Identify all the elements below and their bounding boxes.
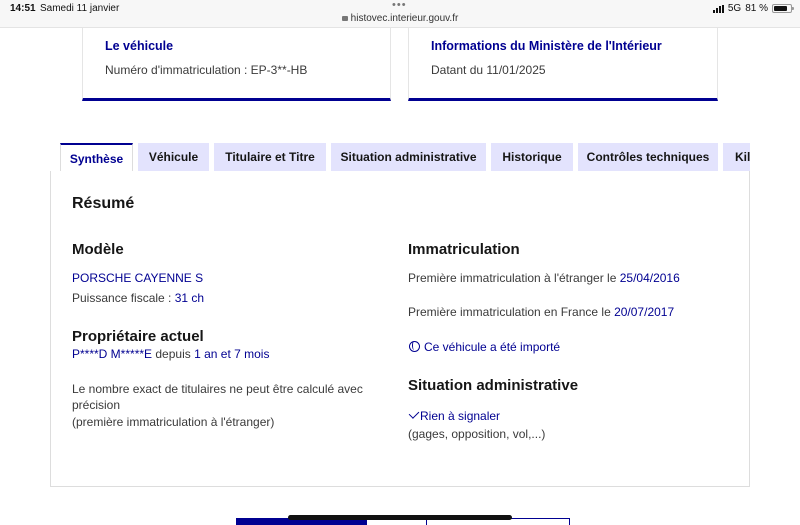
- tab-historique[interactable]: Historique: [491, 143, 573, 171]
- registration-heading: Immatriculation: [408, 241, 520, 258]
- fiscal-power-label: Puissance fiscale :: [72, 291, 175, 305]
- tab-controles-techniques[interactable]: Contrôles techniques: [578, 143, 718, 171]
- battery-percent: 81 %: [745, 3, 768, 14]
- status-bar: 14:51 Samedi 11 janvier ••• histovec.int…: [0, 0, 800, 28]
- imported-link[interactable]: Ce véhicule a été importé: [409, 340, 560, 354]
- registration-number: Numéro d'immatriculation : EP-3**-HB: [105, 63, 308, 77]
- tab-kilometrage[interactable]: Kil: [723, 143, 750, 171]
- foreign-registration-date: 25/04/2016: [619, 271, 680, 285]
- tab-synthese[interactable]: Synthèse: [60, 143, 133, 171]
- home-indicator[interactable]: [288, 515, 512, 520]
- url-text: histovec.interieur.gouv.fr: [350, 13, 459, 24]
- battery-fill: [774, 6, 787, 11]
- owner-since-value: 1 an et 7 mois: [194, 347, 270, 361]
- admin-details: (gages, opposition, vol,...): [408, 427, 546, 441]
- owner-info: P****D M*****E depuis 1 an et 7 mois: [72, 347, 269, 361]
- tab-situation-administrative[interactable]: Situation administrative: [331, 143, 486, 171]
- owner-name: P****D M*****E: [72, 347, 153, 361]
- vehicle-card: Le véhicule Numéro d'immatriculation : E…: [82, 28, 391, 101]
- vehicle-card-title: Le véhicule: [105, 39, 174, 53]
- foreign-registration-label: Première immatriculation à l'étranger le: [408, 271, 620, 285]
- fiscal-power: Puissance fiscale : 31 ch: [72, 291, 204, 305]
- ministry-card: Informations du Ministère de l'Intérieur…: [408, 28, 718, 101]
- admin-heading: Situation administrative: [408, 377, 579, 394]
- owners-note-detail: (première immatriculation à l'étranger): [72, 415, 275, 429]
- globe-icon: [409, 341, 420, 352]
- lock-icon: [341, 16, 348, 21]
- address-bar[interactable]: histovec.interieur.gouv.fr: [0, 13, 800, 24]
- fiscal-power-value: 31 ch: [174, 291, 205, 305]
- tab-vehicule[interactable]: Véhicule: [138, 143, 209, 171]
- more-options-icon[interactable]: •••: [392, 0, 407, 11]
- owner-since-label: depuis: [152, 347, 195, 361]
- ministry-card-title: Informations du Ministère de l'Intérieur: [431, 39, 662, 53]
- france-registration: Première immatriculation en France le 20…: [408, 305, 674, 319]
- status-right: 5G 81 %: [712, 3, 794, 14]
- admin-status-text: Rien à signaler: [420, 409, 501, 423]
- battery-icon: [772, 4, 794, 13]
- france-registration-date: 20/07/2017: [614, 305, 675, 319]
- imported-text: Ce véhicule a été importé: [424, 340, 561, 354]
- owners-note: Le nombre exact de titulaires ne peut êt…: [72, 382, 363, 412]
- france-registration-label: Première immatriculation en France le: [408, 305, 615, 319]
- tab-titulaire-titre[interactable]: Titulaire et Titre: [214, 143, 326, 171]
- network-type: 5G: [727, 3, 742, 14]
- foreign-registration: Première immatriculation à l'étranger le…: [408, 271, 680, 285]
- owner-heading: Propriétaire actuel: [72, 328, 204, 345]
- check-icon: [408, 408, 420, 419]
- admin-status: Rien à signaler: [408, 408, 501, 423]
- summary-title: Résumé: [72, 195, 135, 212]
- signal-icon: [712, 4, 724, 13]
- model-name: PORSCHE CAYENNE S: [72, 271, 204, 285]
- data-date: Datant du 11/01/2025: [431, 63, 546, 77]
- model-heading: Modèle: [72, 241, 124, 258]
- tab-list: Synthèse Véhicule Titulaire et Titre Sit…: [60, 143, 750, 171]
